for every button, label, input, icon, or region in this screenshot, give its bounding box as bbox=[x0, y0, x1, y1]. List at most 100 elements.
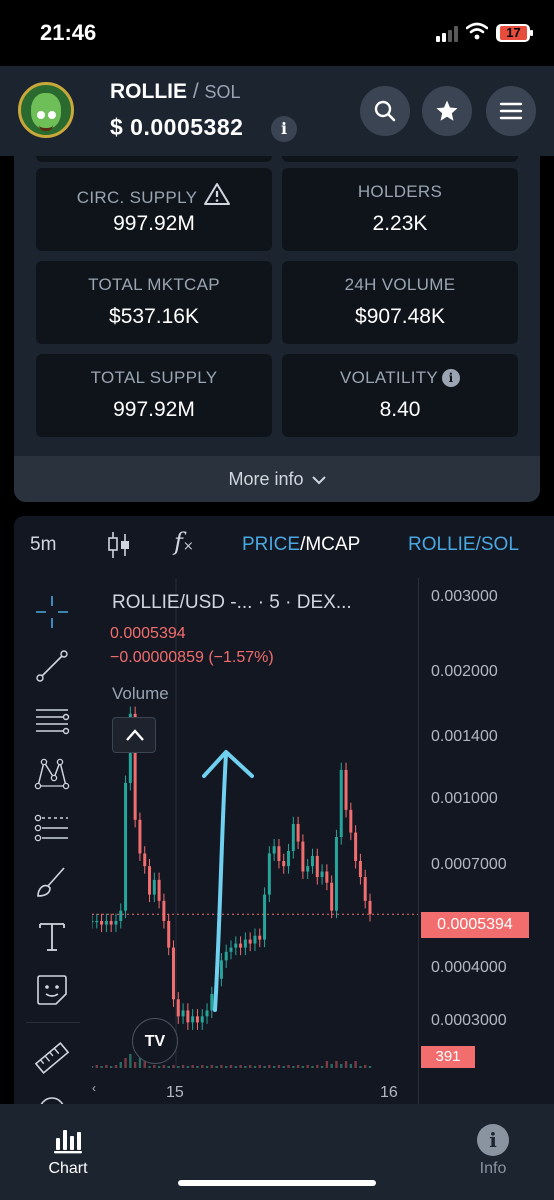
y-tick-label: 0.003000 bbox=[431, 587, 498, 605]
candle-body bbox=[258, 935, 262, 940]
candle-body bbox=[119, 910, 123, 921]
pattern-icon[interactable] bbox=[34, 756, 70, 792]
candle-body bbox=[358, 860, 362, 878]
volume-bar bbox=[287, 1065, 290, 1068]
tab-chart[interactable]: Chart bbox=[28, 1124, 108, 1178]
tab-info[interactable]: i Info bbox=[453, 1124, 533, 1178]
chevron-up-icon bbox=[126, 729, 144, 741]
search-icon bbox=[374, 100, 396, 122]
text-tool-icon[interactable] bbox=[34, 918, 70, 954]
volume-bar bbox=[234, 1066, 237, 1068]
candle-body bbox=[95, 920, 99, 923]
menu-button[interactable] bbox=[486, 86, 536, 136]
tradingview-logo[interactable]: TV bbox=[132, 1018, 178, 1064]
volume-bar bbox=[162, 1065, 166, 1068]
volume-tag: 391 bbox=[421, 1046, 475, 1068]
volume-bar bbox=[105, 1065, 108, 1068]
pair-selector[interactable]: ROLLIE/SOL bbox=[408, 534, 519, 556]
fib-lines-icon[interactable] bbox=[34, 702, 70, 738]
stat-24h-volume: 24H VOLUME $907.48K bbox=[282, 261, 518, 344]
trendline-icon[interactable] bbox=[34, 648, 70, 684]
chart-legend-change: −0.00000859 (−1.57%) bbox=[110, 649, 274, 666]
volume-bar bbox=[296, 1065, 300, 1068]
chart-icon bbox=[54, 1130, 82, 1154]
candle-body bbox=[104, 920, 108, 925]
volume-bar bbox=[335, 1061, 338, 1068]
volume-bar bbox=[167, 1066, 170, 1068]
indicators-icon[interactable]: f× bbox=[174, 528, 194, 556]
candle-body bbox=[114, 920, 118, 925]
volume-bar bbox=[258, 1065, 261, 1068]
search-button[interactable] bbox=[360, 86, 410, 136]
drawing-toolbar bbox=[14, 578, 92, 1104]
warning-icon[interactable] bbox=[203, 182, 231, 206]
chart-legend-title: ROLLIE/USD -... · 5 · DEX... bbox=[112, 592, 352, 613]
candle-body bbox=[138, 819, 142, 854]
stat-value: $907.48K bbox=[355, 305, 445, 328]
hamburger-icon bbox=[499, 102, 523, 120]
candle-body bbox=[272, 846, 276, 854]
chevron-down-icon bbox=[311, 476, 326, 485]
current-price-tag: 0.0005394 bbox=[421, 912, 529, 938]
candles-icon[interactable] bbox=[106, 530, 132, 560]
volume-bar bbox=[340, 1064, 343, 1068]
volume-bar bbox=[306, 1065, 309, 1068]
candle-body bbox=[191, 1016, 195, 1023]
forecast-icon[interactable] bbox=[34, 810, 70, 846]
candle-body bbox=[124, 782, 128, 911]
volume-bar bbox=[225, 1066, 228, 1068]
stat-value: 997.92M bbox=[113, 398, 195, 421]
sticker-icon[interactable] bbox=[34, 972, 70, 1008]
volume-bar bbox=[119, 1062, 122, 1068]
battery-level: 17 bbox=[500, 26, 527, 40]
brush-icon[interactable] bbox=[34, 864, 70, 900]
price-mcap-toggle[interactable]: PRICE/MCAP bbox=[242, 534, 360, 556]
favorite-button[interactable] bbox=[422, 86, 472, 136]
scroll-left-icon[interactable]: ‹ bbox=[92, 1081, 102, 1095]
tab-chart-label: Chart bbox=[48, 1160, 88, 1177]
volume-bar bbox=[100, 1066, 103, 1068]
candle-body bbox=[210, 993, 214, 1011]
candle-body bbox=[296, 823, 300, 842]
y-tick-label: 0.001400 bbox=[431, 728, 498, 746]
volume-bar bbox=[153, 1065, 156, 1068]
volume-bar bbox=[344, 1061, 348, 1068]
volume-bar bbox=[177, 1066, 180, 1068]
volume-bar bbox=[148, 1066, 151, 1068]
candle-body bbox=[320, 871, 324, 878]
stat-value: 2.23K bbox=[372, 212, 428, 235]
ruler-icon[interactable] bbox=[34, 1040, 70, 1076]
candle-body bbox=[162, 900, 166, 921]
cellular-signal-icon bbox=[436, 26, 458, 42]
volume-bar bbox=[229, 1065, 233, 1068]
candle-body bbox=[186, 1010, 190, 1023]
volume-bar bbox=[349, 1064, 353, 1068]
price-info-icon[interactable]: i bbox=[271, 116, 297, 142]
stat-label: VOLATILITY bbox=[339, 368, 439, 387]
volume-bar bbox=[263, 1066, 266, 1068]
y-tick-label: 0.0003000 bbox=[431, 1012, 507, 1030]
volume-bar bbox=[368, 1066, 372, 1068]
chart-plot-area[interactable]: ROLLIE/USD -... · 5 · DEX... 0.0005394 −… bbox=[92, 578, 554, 1104]
zoom-icon[interactable] bbox=[34, 1092, 70, 1104]
volume-bar bbox=[320, 1066, 324, 1068]
candle-body bbox=[363, 877, 367, 901]
chart-toolbar: 5m f× PRICE/MCAP ROLLIE/SOL bbox=[14, 516, 554, 572]
more-info-button[interactable]: More info bbox=[14, 456, 540, 502]
crosshair-icon[interactable] bbox=[34, 594, 70, 630]
stat-value: $537.16K bbox=[109, 305, 199, 328]
candle-body bbox=[248, 939, 252, 944]
volume-bar bbox=[109, 1066, 113, 1068]
volatility-info-icon[interactable]: i bbox=[442, 369, 461, 387]
timeframe-selector[interactable]: 5m bbox=[30, 534, 56, 556]
volume-bar bbox=[215, 1066, 218, 1068]
tab-info-label: Info bbox=[479, 1160, 507, 1177]
stat-total-mktcap: TOTAL MKTCAP $537.16K bbox=[36, 261, 272, 344]
collapse-legend-button[interactable] bbox=[112, 717, 156, 753]
candle-body bbox=[195, 1016, 199, 1023]
candle-body bbox=[344, 769, 348, 810]
volume-bar bbox=[181, 1065, 185, 1068]
wifi-icon bbox=[466, 22, 488, 40]
volume-bar bbox=[253, 1066, 257, 1068]
price-axis[interactable]: 0.003000 0.002000 0.001400 0.001000 0.000700… bbox=[418, 578, 554, 1104]
